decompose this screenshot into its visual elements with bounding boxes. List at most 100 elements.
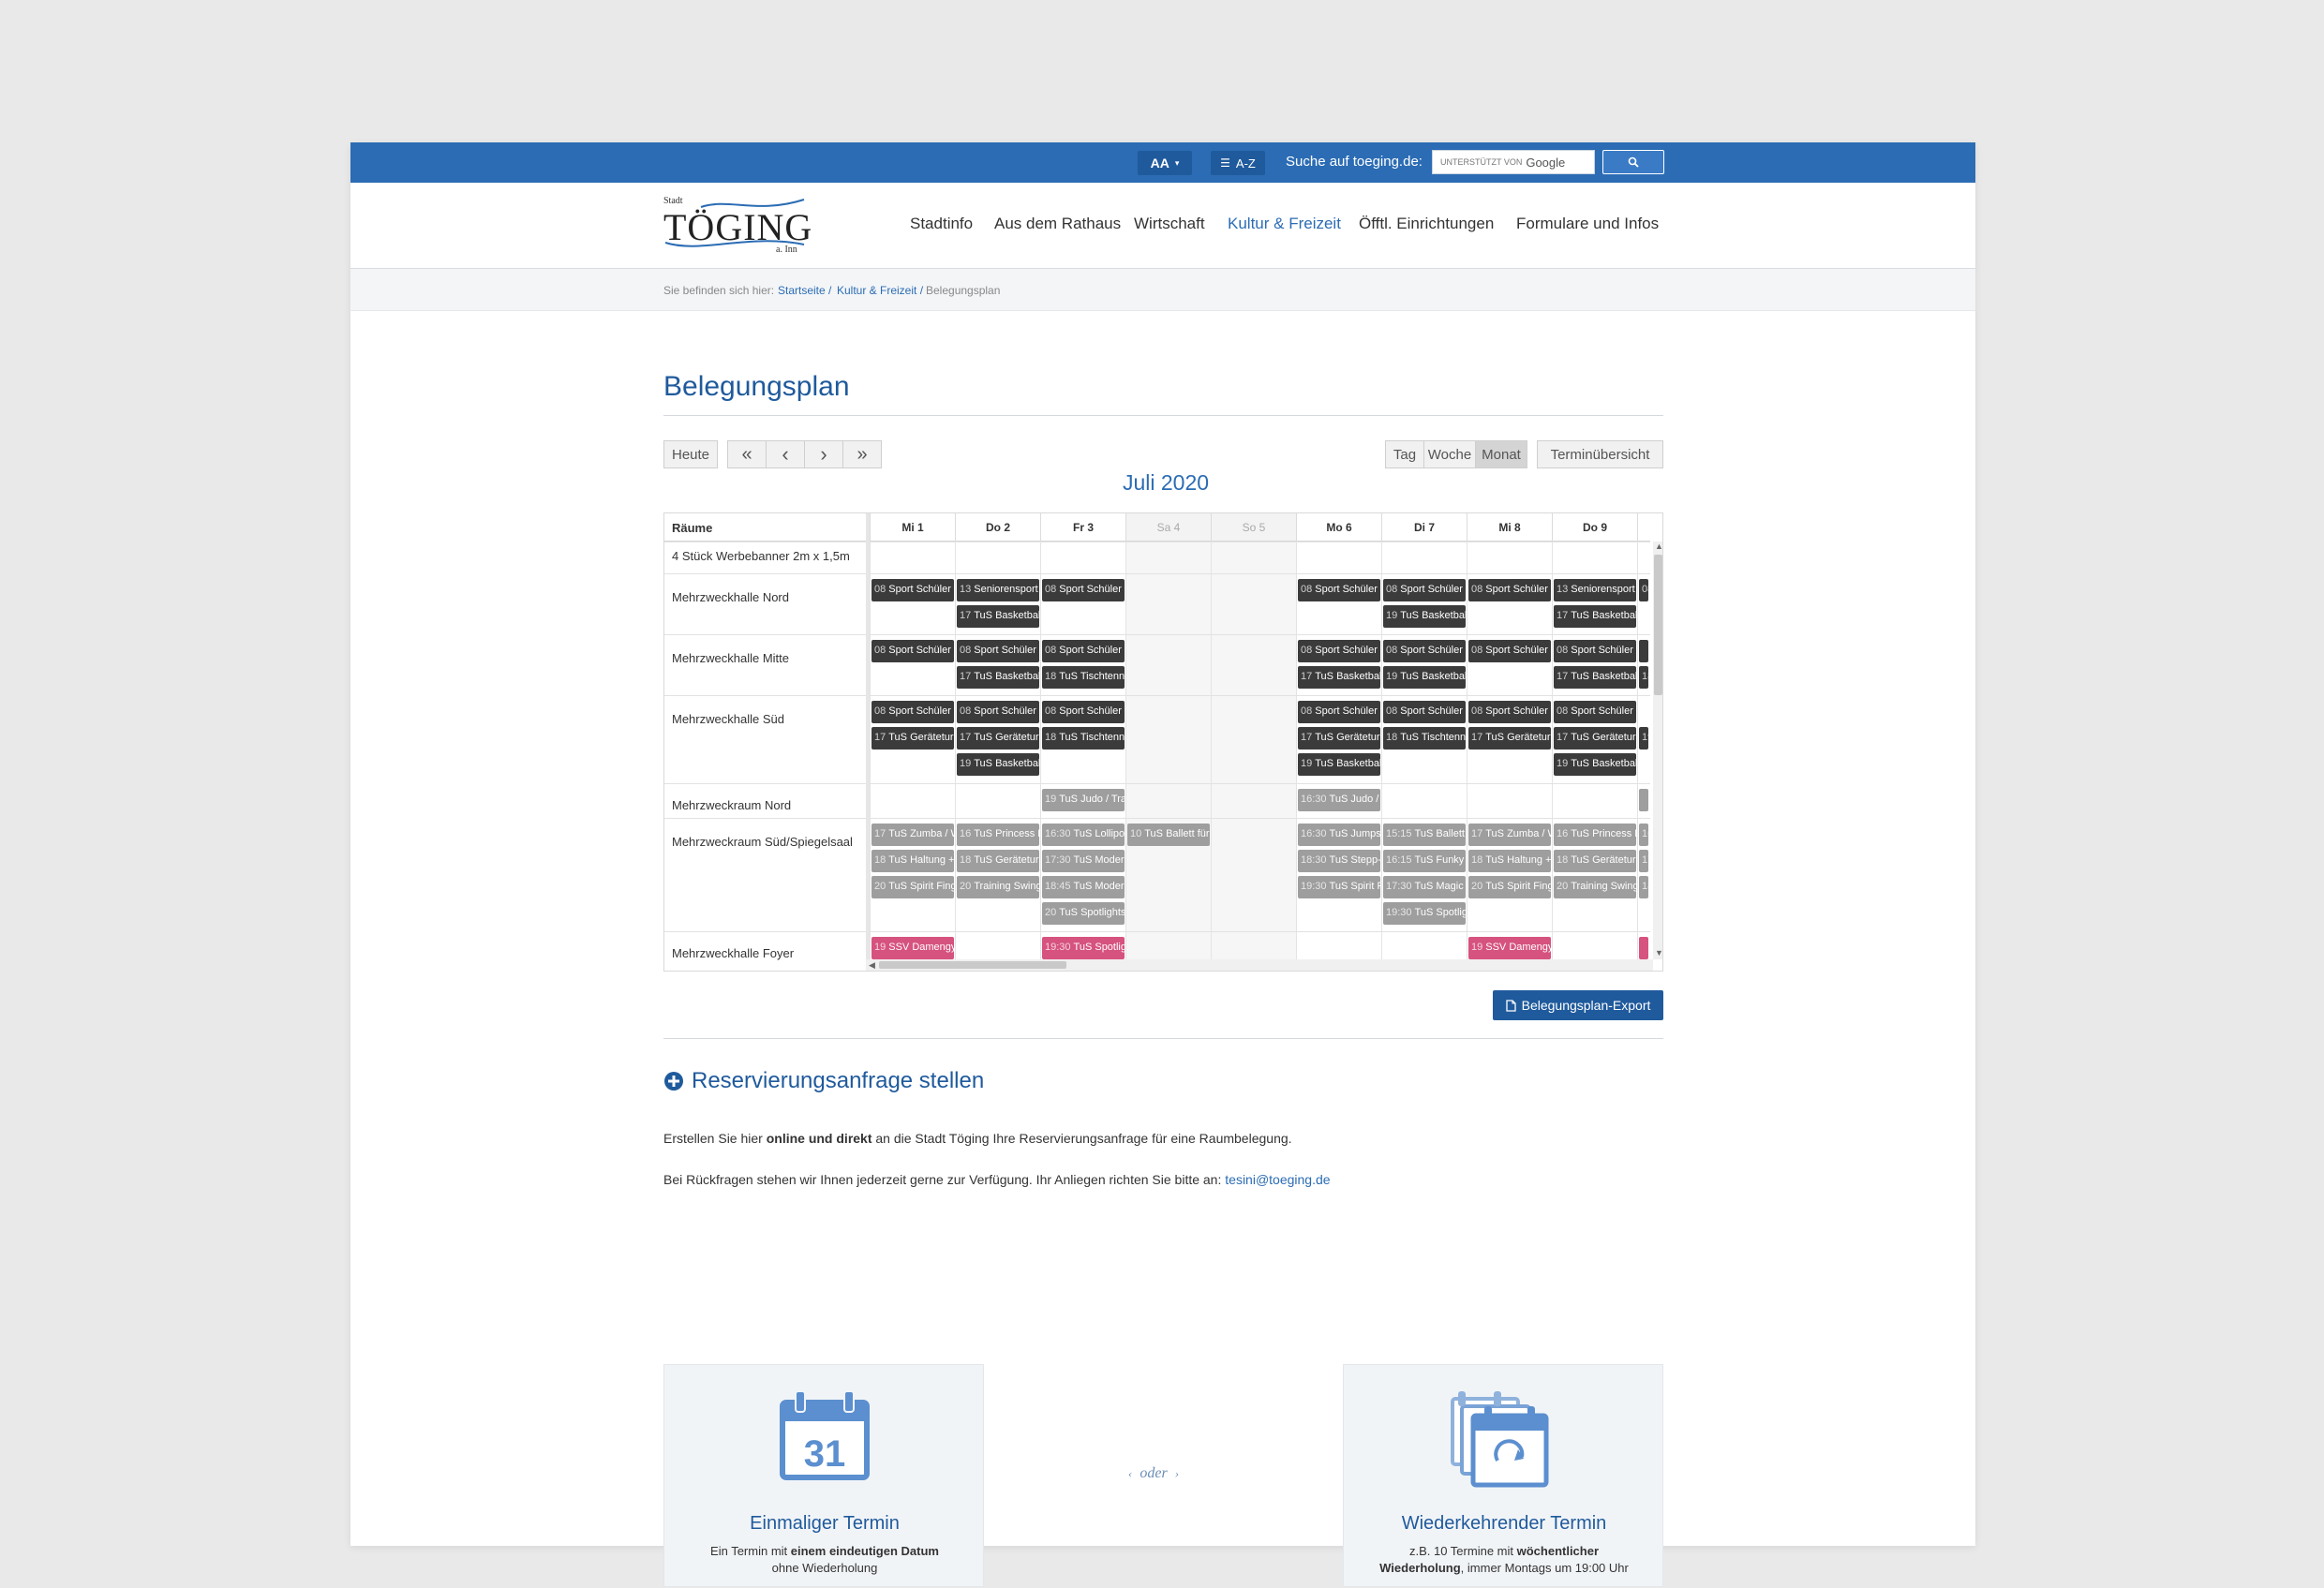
calendar-event[interactable]: 17 TuS Basketball bbox=[957, 666, 1039, 689]
next-page-button[interactable]: › bbox=[804, 440, 843, 468]
scroll-left-icon[interactable]: ◀ bbox=[869, 960, 875, 971]
rooms-divider[interactable] bbox=[866, 513, 870, 971]
calendar-event[interactable]: 17TuS Zumba / Workout bbox=[872, 824, 954, 846]
calendar-event[interactable]: 08Sport Schüler Mittelschule bbox=[957, 640, 1039, 662]
calendar-event[interactable]: 17TuS Geräteturnen bbox=[1468, 727, 1551, 749]
calendar-event[interactable]: 08Sport Schüler Mittelschule bbox=[1554, 701, 1636, 723]
calendar-event[interactable]: 08Sport Schüler Mittelschule bbox=[1042, 640, 1125, 662]
calendar-event[interactable]: 17TuS Geräteturnen bbox=[1298, 727, 1380, 749]
calendar-event[interactable]: 20 TuS Spotlights bbox=[1042, 902, 1125, 925]
calendar-event[interactable]: 19SSV Damengymnastik bbox=[872, 937, 954, 959]
calendar-event[interactable]: 18TuS Geräteturnen bbox=[957, 850, 1039, 872]
nav-formulare-und-infos[interactable]: Formulare und Infos bbox=[1516, 215, 1659, 233]
nav-stadtinfo[interactable]: Stadtinfo bbox=[910, 215, 973, 233]
calendar-event[interactable]: 08 bbox=[1639, 579, 1648, 601]
calendar-event[interactable]: 19:30TuS Spotlights bbox=[1383, 902, 1466, 925]
calendar-event[interactable]: 18TuS Tischtennis bbox=[1042, 727, 1125, 749]
calendar-event[interactable]: 17 bbox=[1639, 850, 1648, 872]
calendar-event[interactable]: 17TuS Geräteturnen bbox=[1554, 727, 1636, 749]
calendar-event[interactable]: 19SSV Damengymnastik bbox=[1468, 937, 1551, 959]
view-month-button[interactable]: Monat bbox=[1475, 440, 1527, 468]
calendar-event[interactable]: 19 TuS Basketball bbox=[1383, 605, 1466, 628]
nav-kultur-freizeit[interactable]: Kultur & Freizeit bbox=[1228, 215, 1341, 233]
first-page-button[interactable]: « bbox=[727, 440, 767, 468]
calendar-event[interactable]: 18:30TuS Stepp-Gruppe bbox=[1298, 850, 1380, 872]
calendar-event[interactable]: 16:15TuS Funky Feet bbox=[1383, 850, 1466, 872]
vertical-scroll-thumb[interactable] bbox=[1654, 555, 1662, 695]
recurring-appointment-card[interactable]: Wiederkehrender Termin z.B. 10 Termine m… bbox=[1343, 1364, 1663, 1587]
vertical-scrollbar[interactable]: ▲ ▼ bbox=[1653, 542, 1662, 959]
today-button[interactable]: Heute bbox=[663, 440, 718, 468]
calendar-event[interactable]: 16:30TuS Lollipops bbox=[1042, 824, 1125, 846]
calendar-event[interactable]: 16TuS Princess Dance bbox=[1554, 824, 1636, 846]
nav-wirtschaft[interactable]: Wirtschaft bbox=[1134, 215, 1205, 233]
calendar-event[interactable]: 16TuS Princess Dance bbox=[957, 824, 1039, 846]
az-index-button[interactable]: ☰ A-Z bbox=[1211, 151, 1265, 175]
calendar-event[interactable]: 19 TuS Basketball bbox=[1554, 753, 1636, 776]
calendar-event[interactable]: 18TuS Tischtennis bbox=[1383, 727, 1466, 749]
scroll-down-icon[interactable]: ▼ bbox=[1655, 948, 1662, 957]
view-week-button[interactable]: Woche bbox=[1423, 440, 1476, 468]
calendar-event[interactable]: 08Sport Schüler Mittelschule bbox=[1383, 640, 1466, 662]
calendar-event[interactable] bbox=[1639, 937, 1648, 959]
calendar-event[interactable]: 20TuS Spirit Fingers bbox=[1468, 876, 1551, 898]
calendar-event[interactable]: 16:30TuS Judo / Training bbox=[1298, 789, 1380, 811]
calendar-event[interactable]: 20 Training Swing bbox=[957, 876, 1039, 898]
calendar-event[interactable]: 08Sport Schüler Mittelschule bbox=[872, 579, 954, 601]
single-appointment-card[interactable]: 31 Einmaliger Termin Ein Termin mit eine… bbox=[663, 1364, 984, 1587]
calendar-event[interactable]: 18TuS Haltung + Gymnastik bbox=[872, 850, 954, 872]
search-submit-button[interactable] bbox=[1602, 150, 1664, 174]
calendar-event[interactable]: 19 bbox=[1639, 727, 1648, 749]
horizontal-scrollbar[interactable]: ◀ bbox=[866, 959, 1653, 971]
calendar-event[interactable]: 08Sport Schüler Mittelschule bbox=[1468, 579, 1551, 601]
calendar-event[interactable]: 08Sport Schüler Mittelschule bbox=[1298, 701, 1380, 723]
calendar-event[interactable]: 13 Seniorensport bbox=[957, 579, 1039, 601]
calendar-event[interactable]: 08Sport Schüler Mittelschule bbox=[1383, 579, 1466, 601]
calendar-event[interactable]: 13 Seniorensport bbox=[1554, 579, 1636, 601]
site-logo[interactable]: Stadt TÖGING a. Inn bbox=[663, 196, 813, 256]
calendar-event[interactable]: 17 TuS Basketball bbox=[1298, 666, 1380, 689]
calendar-event[interactable]: 08Sport Schüler Mittelschule bbox=[872, 640, 954, 662]
calendar-event[interactable]: 17:30TuS Modern Dance bbox=[1042, 850, 1125, 872]
reservation-heading[interactable]: Reservierungsanfrage stellen bbox=[663, 1068, 984, 1094]
calendar-event[interactable]: 08Sport Schüler Mittelschule bbox=[1468, 701, 1551, 723]
calendar-event[interactable] bbox=[1639, 640, 1648, 662]
calendar-event[interactable]: 08Sport Schüler Mittelschule bbox=[1554, 640, 1636, 662]
breadcrumb-kultur-freizeit[interactable]: Kultur & Freizeit / bbox=[837, 284, 923, 297]
view-day-button[interactable]: Tag bbox=[1385, 440, 1424, 468]
calendar-event[interactable]: 19 TuS Basketball bbox=[1298, 753, 1380, 776]
prev-page-button[interactable]: ‹ bbox=[766, 440, 805, 468]
calendar-event[interactable]: 17 TuS Basketball bbox=[1554, 666, 1636, 689]
calendar-event[interactable]: 17:30TuS Magic Feet bbox=[1383, 876, 1466, 898]
contact-email-link[interactable]: tesini@toeging.de bbox=[1225, 1172, 1330, 1187]
calendar-event[interactable]: 18 bbox=[1639, 876, 1648, 898]
calendar-event[interactable]: 17TuS Geräteturnen bbox=[872, 727, 954, 749]
calendar-event[interactable] bbox=[1639, 789, 1648, 811]
scroll-up-icon[interactable]: ▲ bbox=[1655, 542, 1662, 551]
calendar-event[interactable]: 17 TuS Basketball bbox=[1554, 605, 1636, 628]
calendar-event[interactable]: 08Sport Schüler Mittelschule bbox=[1383, 701, 1466, 723]
calendar-event[interactable]: 17TuS Zumba / Workout bbox=[1468, 824, 1551, 846]
font-size-button[interactable]: AA ▾ bbox=[1138, 151, 1192, 175]
occupancy-export-button[interactable]: Belegungsplan-Export bbox=[1493, 990, 1663, 1020]
calendar-event[interactable]: 08Sport Schüler Mittelschule bbox=[1042, 579, 1125, 601]
calendar-event[interactable]: 18TuS Tischtennis bbox=[1042, 666, 1125, 689]
horizontal-scroll-thumb[interactable] bbox=[879, 961, 1066, 969]
calendar-event[interactable]: 15:15TuS Ballett Kinder bbox=[1383, 824, 1466, 846]
calendar-event[interactable]: 17 TuS Basketball bbox=[957, 605, 1039, 628]
calendar-event[interactable]: 08Sport Schüler Mittelschule bbox=[1468, 640, 1551, 662]
calendar-event[interactable]: 16:30TuS Jumpstyle bbox=[1298, 824, 1380, 846]
calendar-event[interactable]: 19 TuS Basketball bbox=[1383, 666, 1466, 689]
calendar-event[interactable]: 08Sport Schüler Mittelschule bbox=[1042, 701, 1125, 723]
nav-oeffentliche-einrichtungen[interactable]: Öfftl. Einrichtungen bbox=[1359, 215, 1494, 233]
calendar-event[interactable]: 18:45TuS Modern Dance bbox=[1042, 876, 1125, 898]
calendar-event[interactable]: 19:30TuS Spotlights bbox=[1042, 937, 1125, 959]
search-input[interactable]: UNTERSTÜTZT VON Google bbox=[1432, 150, 1595, 174]
calendar-event[interactable]: 17TuS Geräteturnen bbox=[957, 727, 1039, 749]
calendar-event[interactable]: 18TuS Geräteturnen bbox=[1554, 850, 1636, 872]
calendar-event[interactable]: 18 bbox=[1639, 666, 1648, 689]
calendar-event[interactable]: 20TuS Spirit Fingers bbox=[872, 876, 954, 898]
appointment-overview-button[interactable]: Terminübersicht bbox=[1537, 440, 1663, 468]
calendar-event[interactable]: 18TuS Haltung + Gymnastik bbox=[1468, 850, 1551, 872]
calendar-event[interactable]: 08Sport Schüler Mittelschule bbox=[1298, 640, 1380, 662]
